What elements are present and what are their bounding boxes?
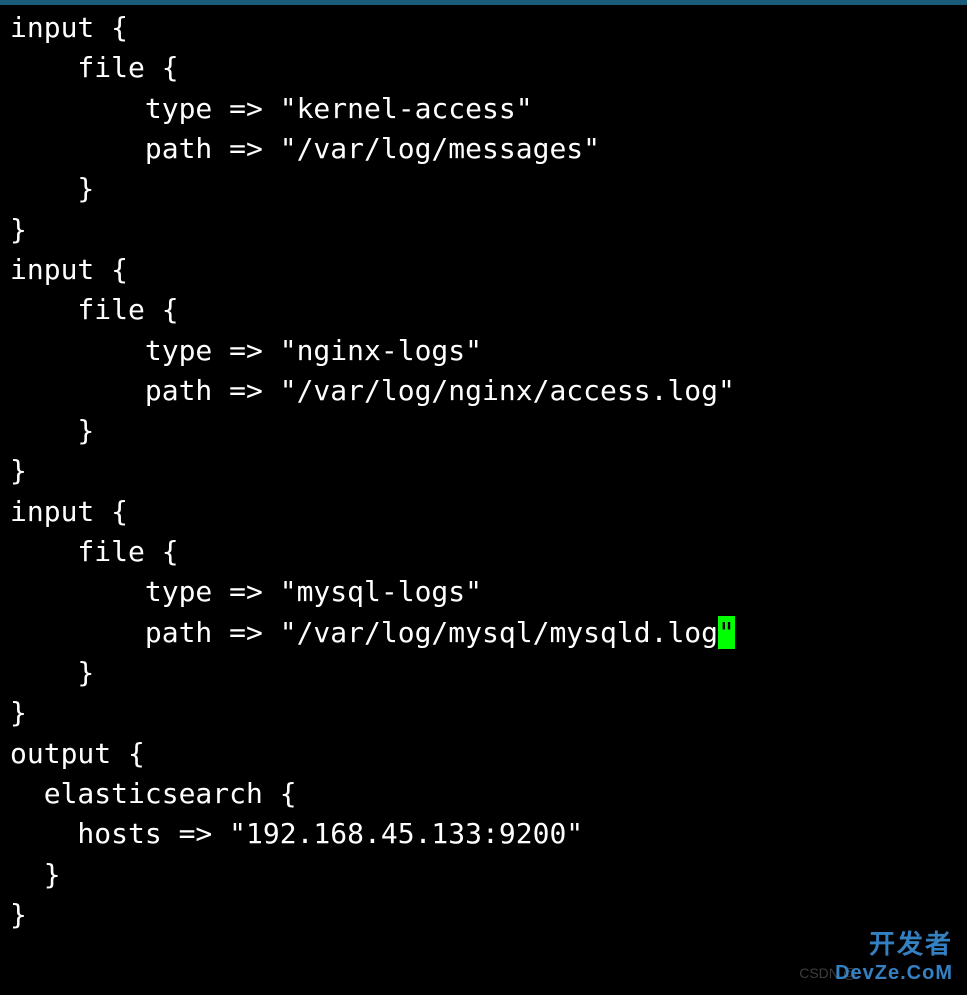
watermark-cn: 开发者 — [869, 924, 953, 961]
watermark-en: DevZe.CoM — [835, 962, 953, 985]
code-block: input { file { type => "kernel-access" p… — [0, 0, 967, 945]
window-border-top — [0, 0, 967, 5]
